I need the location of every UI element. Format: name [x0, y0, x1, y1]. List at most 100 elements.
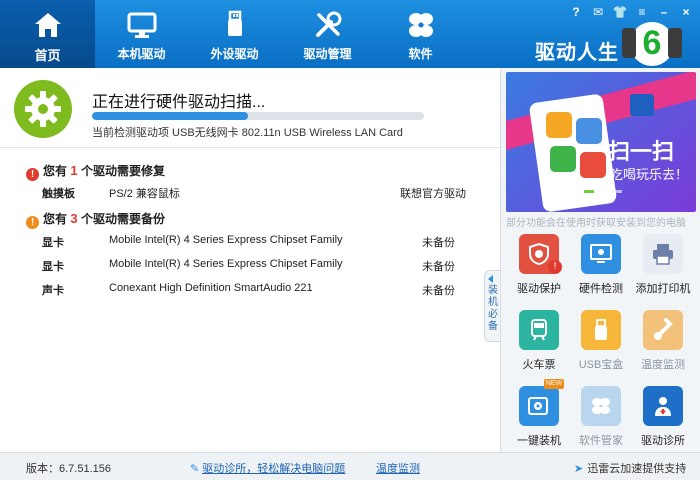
- xunlei-credit-text: 迅雷云加速提供支持: [587, 463, 687, 475]
- driver-type: 显卡: [42, 261, 64, 273]
- repair-prefix: 您有: [43, 164, 68, 178]
- side-tab-label: 装机必备: [488, 285, 498, 332]
- tool-add-printer[interactable]: 添加打印机: [632, 232, 694, 300]
- xunlei-bird-icon: ➤: [574, 463, 584, 475]
- tool-label: 驱动保护: [517, 283, 561, 295]
- window-controls: ? ✉ 👕 ≡ – ×: [568, 5, 694, 19]
- monitor-icon: [127, 12, 156, 38]
- shopping-bag-icon: [630, 94, 654, 116]
- tools-grid: ! 驱动保护 硬件检测 添加打印机 火车票 USB宝盒 温度监测 NEW 一键装…: [508, 232, 698, 452]
- driver-status: 未备份: [422, 237, 455, 249]
- tool-label: 一键装机: [517, 435, 561, 447]
- tool-hardware-check[interactable]: 硬件检测: [570, 232, 632, 300]
- app-tile: [580, 152, 606, 178]
- nav-home[interactable]: 首页: [0, 0, 95, 68]
- repair-suffix: 个驱动需要修复: [80, 164, 165, 178]
- backup-row[interactable]: 显卡 Mobile Intel(R) 4 Series Express Chip…: [0, 258, 500, 278]
- driver-status: 未备份: [422, 285, 455, 297]
- alert-icon: !: [26, 168, 39, 181]
- nav-driver-management-label: 驱动管理: [303, 47, 352, 61]
- app-tile: [546, 112, 572, 138]
- usb-box-icon: [581, 310, 621, 350]
- pager-dot[interactable]: [612, 190, 622, 193]
- backup-section-header: ! 您有 3 个驱动需要备份: [26, 210, 165, 229]
- doctor-icon: [643, 386, 683, 426]
- train-icon: [519, 310, 559, 350]
- skin-button[interactable]: 👕: [612, 5, 628, 19]
- driver-name: PS/2 兼容鼠标: [109, 188, 180, 200]
- promo-banner[interactable]: 扫一扫 吃喝玩乐去！: [506, 72, 696, 212]
- logo-number: 6: [642, 24, 662, 62]
- backup-suffix: 个驱动需要备份: [80, 212, 165, 226]
- banner-headline: 扫一扫: [608, 139, 675, 164]
- scan-current-item: 当前检测驱动项 USB无线网卡 802.11n USB Wireless LAN…: [92, 127, 403, 139]
- warning-badge-icon: !: [548, 260, 562, 274]
- repair-section-header: ! 您有 1 个驱动需要修复: [26, 162, 165, 181]
- tool-driver-protect[interactable]: ! 驱动保护: [508, 232, 570, 300]
- message-button[interactable]: ✉: [590, 5, 606, 19]
- wrench-icon: ✎: [190, 463, 200, 475]
- driver-clinic-link[interactable]: ✎ 驱动诊所，轻松解决电脑问题: [190, 460, 345, 476]
- repair-count: 1: [70, 163, 78, 178]
- close-button[interactable]: ×: [678, 5, 694, 19]
- version-text: 版本：6.7.51.156: [26, 463, 111, 475]
- nav-software-label: 软件: [408, 47, 433, 61]
- tool-label: 驱动诊所: [641, 435, 685, 447]
- nav-software[interactable]: 软件: [374, 0, 467, 68]
- app-tile: [576, 118, 602, 144]
- main-nav: 首页 本机驱动 外设驱动 驱动管理 软件: [0, 0, 467, 68]
- apps-icon: [408, 13, 433, 37]
- pager-dot[interactable]: [598, 190, 608, 193]
- tool-software-manager[interactable]: 软件管家: [570, 384, 632, 452]
- arrow-left-icon: [488, 275, 493, 283]
- nav-peripheral-drivers-label: 外设驱动: [210, 47, 259, 61]
- home-icon: [34, 13, 61, 37]
- scan-progress-fill: [92, 112, 249, 120]
- app-tile: [550, 146, 576, 172]
- tool-label: USB宝盒: [578, 359, 624, 371]
- driver-name: Conexant High Definition SmartAudio 221: [109, 282, 313, 294]
- repair-row[interactable]: 触摸板 PS/2 兼容鼠标 联想官方驱动: [0, 185, 500, 205]
- tool-label: 软件管家: [579, 435, 623, 447]
- tool-one-click-install[interactable]: NEW 一键装机: [508, 379, 570, 452]
- backup-count: 3: [70, 211, 78, 226]
- banner-tagline: 吃喝玩乐去！: [610, 167, 689, 182]
- new-badge: NEW: [544, 379, 564, 389]
- driver-clinic-link-text: 驱动诊所，轻松解决电脑问题: [202, 463, 346, 475]
- tool-train-ticket[interactable]: 火车票: [508, 308, 570, 376]
- tool-usb-box[interactable]: USB宝盒: [570, 308, 632, 376]
- tools-icon: [315, 11, 341, 37]
- pager-dot[interactable]: [584, 190, 594, 193]
- usb-icon: [227, 10, 242, 36]
- nav-driver-management[interactable]: 驱动管理: [281, 0, 374, 68]
- driver-name: Mobile Intel(R) 4 Series Express Chipset…: [109, 258, 343, 270]
- driver-type: 触摸板: [42, 188, 75, 200]
- brand-title: 驱动人生: [535, 42, 619, 64]
- nav-local-drivers[interactable]: 本机驱动: [95, 0, 188, 68]
- tool-label: 火车票: [522, 359, 556, 371]
- tool-temperature[interactable]: 温度监测: [632, 308, 694, 376]
- backup-prefix: 您有: [43, 212, 68, 226]
- backup-row[interactable]: 声卡 Conexant High Definition SmartAudio 2…: [0, 282, 500, 302]
- tool-driver-clinic[interactable]: 驱动诊所: [632, 384, 694, 452]
- scan-title: 正在进行硬件驱动扫描...: [92, 94, 266, 111]
- backup-row[interactable]: 显卡 Mobile Intel(R) 4 Series Express Chip…: [0, 234, 500, 254]
- driver-type: 声卡: [42, 285, 64, 297]
- gear-icon: [25, 91, 61, 127]
- nav-peripheral-drivers[interactable]: 外设驱动: [188, 0, 281, 68]
- driver-name: Mobile Intel(R) 4 Series Express Chipset…: [109, 234, 343, 246]
- temperature-link[interactable]: 温度监测: [376, 460, 420, 476]
- driver-type: 显卡: [42, 237, 64, 249]
- help-button[interactable]: ?: [568, 5, 584, 19]
- driver-status: 未备份: [422, 261, 455, 273]
- minimize-button[interactable]: –: [656, 5, 672, 19]
- disc-icon: [519, 386, 559, 426]
- scan-gear-badge: [14, 80, 72, 138]
- essentials-side-tab[interactable]: 装机必备: [484, 270, 500, 342]
- monitor-check-icon: [581, 234, 621, 274]
- printer-icon: [643, 234, 683, 274]
- scan-status: 正在进行硬件驱动扫描... 当前检测驱动项 USB无线网卡 802.11n US…: [0, 68, 500, 148]
- nav-home-label: 首页: [34, 48, 61, 63]
- driver-status: 联想官方驱动: [400, 188, 466, 200]
- menu-button[interactable]: ≡: [634, 5, 650, 19]
